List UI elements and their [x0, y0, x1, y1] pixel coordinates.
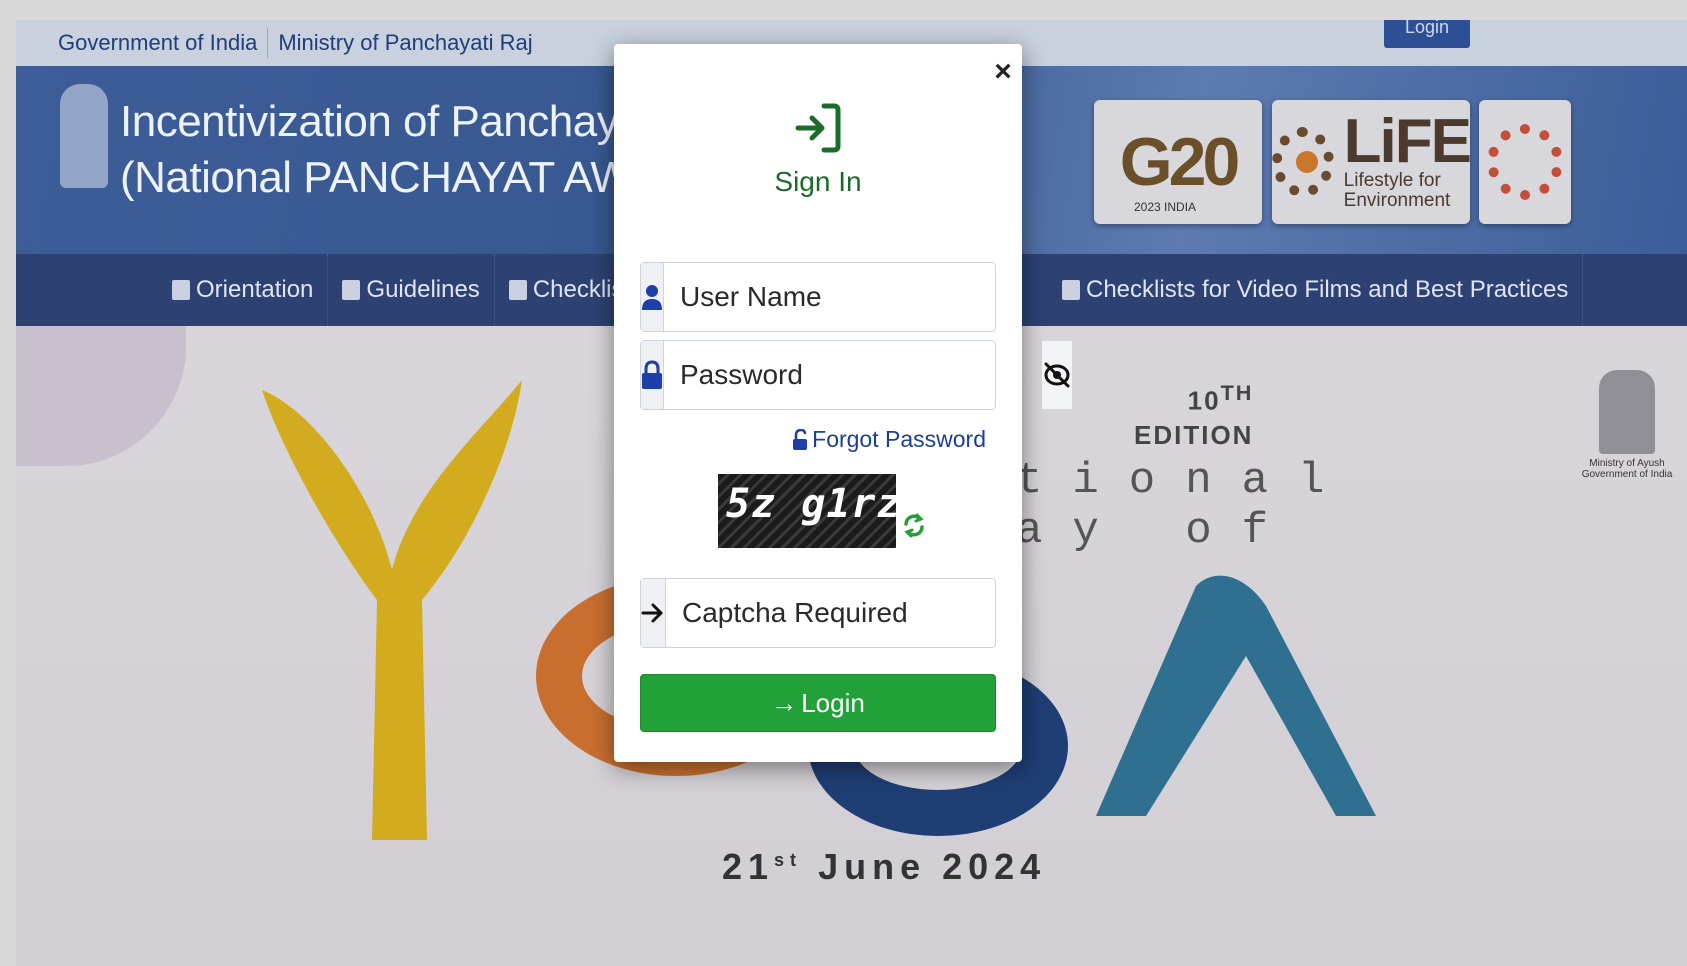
password-input[interactable]: [664, 341, 1041, 409]
login-button-label: Login: [801, 687, 865, 718]
unlock-icon: [793, 428, 808, 450]
forgot-password-label: Forgot Password: [812, 426, 986, 452]
forgot-password-link[interactable]: Forgot Password: [792, 426, 986, 453]
refresh-icon[interactable]: [902, 510, 926, 540]
arrow-right-icon: →: [771, 687, 798, 718]
captcha-image: 5z g1rz: [718, 474, 901, 548]
modal-title: Sign In: [774, 166, 862, 197]
sign-in-icon: [795, 103, 841, 153]
arrow-right-icon: [641, 579, 666, 647]
user-icon: [641, 263, 664, 331]
captcha-input[interactable]: [666, 579, 1043, 647]
captcha-field: [640, 578, 1043, 648]
close-icon[interactable]: ×: [992, 57, 1014, 87]
sign-in-modal: × Sign In User Name Forgot Password 5z g…: [614, 44, 1072, 762]
password-field: [640, 340, 1072, 410]
username-input[interactable]: [664, 263, 1041, 331]
lock-icon: [641, 341, 664, 409]
browser-page: Government of India Ministry of Panchaya…: [16, 20, 1687, 966]
login-button[interactable]: → Login: [640, 674, 996, 732]
eye-slash-icon[interactable]: [1041, 341, 1072, 409]
username-field: [640, 262, 1041, 332]
